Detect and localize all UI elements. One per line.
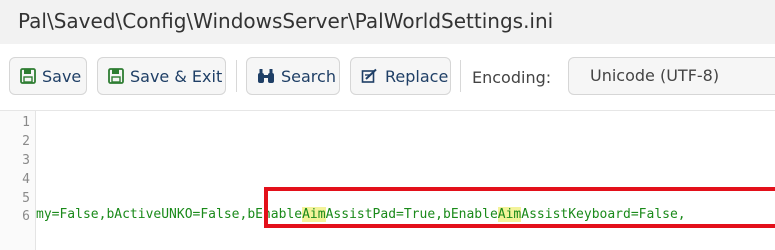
toolbar-separator xyxy=(236,60,237,92)
floppy-disk-icon xyxy=(108,68,124,84)
replace-icon xyxy=(361,68,377,83)
line-number: 1 xyxy=(22,115,30,130)
code-editor[interactable]: 1 2 3 4 5 6 my=False,bActiveUNKO=False,b… xyxy=(0,110,775,250)
title-bar: Pal\Saved\Config\WindowsServer\PalWorldS… xyxy=(0,0,775,44)
search-button[interactable]: Search xyxy=(246,57,340,95)
save-button[interactable]: Save xyxy=(9,57,87,95)
code-area[interactable]: my=False,bActiveUNKO=False,bEnableAimAss… xyxy=(36,111,775,250)
line-number: 5 xyxy=(22,191,30,206)
line-number: 2 xyxy=(22,134,30,149)
save-exit-label: Save & Exit xyxy=(130,66,223,86)
line-number: 3 xyxy=(22,153,30,168)
floppy-disk-icon xyxy=(20,68,36,84)
binoculars-icon xyxy=(258,69,274,83)
toolbar: Save Save & Exit Search Replace Encoding… xyxy=(0,44,775,110)
file-path-title: Pal\Saved\Config\WindowsServer\PalWorldS… xyxy=(18,9,554,33)
save-label: Save xyxy=(42,66,82,86)
line-number: 6 xyxy=(22,209,30,224)
line-number: 4 xyxy=(22,172,30,187)
search-label: Search xyxy=(281,66,336,86)
replace-label: Replace xyxy=(385,66,449,86)
encoding-label: Encoding: xyxy=(472,68,552,87)
annotation-highlight-box xyxy=(264,187,775,228)
code-text: my=False,bActiveUNKO=False,bEnable xyxy=(36,207,303,222)
encoding-select[interactable]: Unicode (UTF-8) xyxy=(568,57,775,95)
save-exit-button[interactable]: Save & Exit xyxy=(97,57,226,95)
line-number-gutter: 1 2 3 4 5 6 xyxy=(0,111,36,250)
replace-button[interactable]: Replace xyxy=(350,57,451,95)
toolbar-separator xyxy=(460,60,461,92)
